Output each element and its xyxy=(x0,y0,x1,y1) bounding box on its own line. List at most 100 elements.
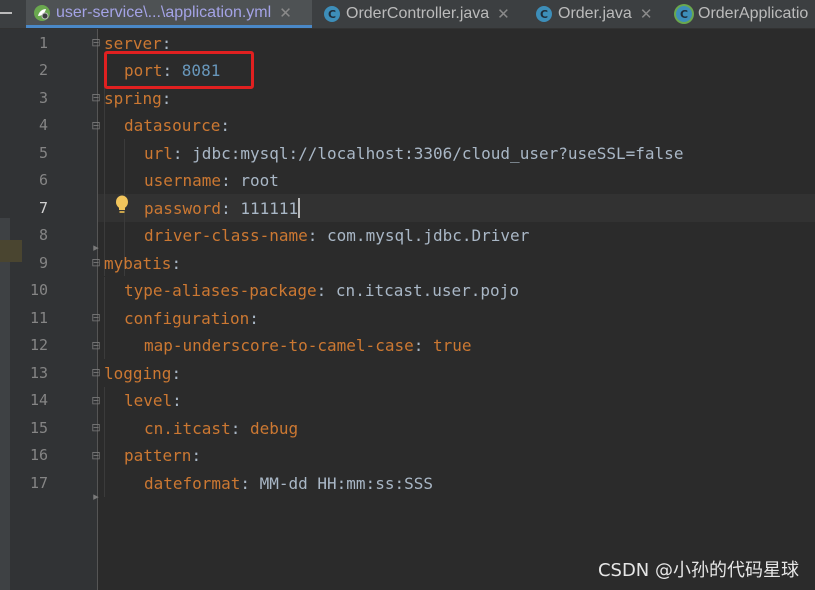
tab-label: user-service\...\application.yml xyxy=(56,3,272,21)
yaml-key: spring xyxy=(104,88,162,108)
line-number[interactable]: 12 xyxy=(14,332,48,360)
code-line[interactable]: dateformat: MM-dd HH:mm:ss:SSS xyxy=(144,470,433,498)
yaml-separator: : xyxy=(249,308,259,328)
yaml-key: dateformat xyxy=(144,473,241,493)
line-number[interactable]: 6 xyxy=(14,167,48,195)
line-number[interactable]: 5 xyxy=(14,140,48,168)
close-icon[interactable]: ✕ xyxy=(497,5,510,23)
yaml-separator: : xyxy=(161,88,172,108)
left-scroll-track xyxy=(0,218,10,590)
yaml-key: cn.itcast xyxy=(144,418,231,438)
tab-order-application[interactable]: C OrderApplicatio xyxy=(674,0,815,28)
line-number[interactable]: 13 xyxy=(14,360,48,388)
code-line[interactable]: driver-class-name: com.mysql.jdbc.Driver xyxy=(144,222,529,250)
line-number[interactable]: 15 xyxy=(14,415,48,443)
yaml-separator: : xyxy=(316,281,336,300)
code-line[interactable]: url: jdbc:mysql://localhost:3306/cloud_u… xyxy=(144,140,683,168)
tab-order-controller[interactable]: C OrderController.java ✕ xyxy=(322,0,528,28)
yaml-value: cn.itcast.user.pojo xyxy=(335,281,519,300)
yaml-value: true xyxy=(432,336,472,355)
fold-end-icon[interactable]: ▸ xyxy=(89,241,103,255)
code-line[interactable]: level: xyxy=(124,387,182,415)
line-number[interactable]: 9 xyxy=(14,250,48,278)
line-number[interactable]: 3 xyxy=(14,85,48,113)
yaml-value: com.mysql.jdbc.Driver xyxy=(327,226,530,245)
fold-open-icon[interactable]: ⊟ xyxy=(89,256,103,270)
yaml-value: 111111 xyxy=(240,198,299,218)
yaml-key: username xyxy=(144,171,222,190)
line-number[interactable]: 17 xyxy=(14,470,48,498)
yaml-key: map-underscore-to-camel-case xyxy=(144,336,414,355)
yaml-separator: : xyxy=(172,391,182,410)
line-number[interactable]: 11 xyxy=(14,305,48,333)
class-icon: C xyxy=(324,6,340,22)
tab-label: OrderController.java xyxy=(346,5,490,22)
editor-tab-bar: user-service\...\application.yml ✕ C Ord… xyxy=(0,0,815,29)
yaml-separator: : xyxy=(191,446,202,465)
spring-class-icon: C xyxy=(676,6,692,22)
code-line[interactable]: map-underscore-to-camel-case: true xyxy=(144,332,472,360)
yaml-separator: : xyxy=(161,33,172,53)
yaml-key: pattern xyxy=(124,446,192,465)
fold-open-icon[interactable]: ⊟ xyxy=(89,91,103,105)
code-line[interactable]: cn.itcast: debug xyxy=(144,415,298,443)
yaml-key: logging xyxy=(104,363,172,383)
code-line[interactable]: username: root xyxy=(144,167,279,195)
indent-guide xyxy=(104,277,105,359)
line-number[interactable]: 8 xyxy=(14,222,48,250)
fold-open-icon[interactable]: ⊟ xyxy=(89,449,103,463)
fold-end-icon[interactable]: ⊟ xyxy=(89,339,103,353)
code-line[interactable]: logging: xyxy=(104,360,181,388)
fold-end-icon[interactable]: ▸ xyxy=(89,490,103,504)
line-number[interactable]: 7 xyxy=(14,195,48,223)
tab-strip-menu-icon[interactable] xyxy=(0,12,12,14)
line-number[interactable]: 1 xyxy=(14,30,48,58)
close-icon[interactable]: ✕ xyxy=(279,4,292,22)
lightbulb-icon[interactable] xyxy=(114,195,130,215)
code-line[interactable]: datasource: xyxy=(124,112,230,140)
fold-end-icon[interactable]: ⊟ xyxy=(89,421,103,435)
tab-label: Order.java xyxy=(558,5,632,22)
fold-open-icon[interactable]: ⊟ xyxy=(89,394,103,408)
yaml-value: debug xyxy=(249,418,299,438)
yaml-key: driver-class-name xyxy=(144,226,308,245)
highlight-box xyxy=(104,51,254,89)
yaml-separator: : xyxy=(413,336,433,355)
fold-open-icon[interactable]: ⊟ xyxy=(89,366,103,380)
code-line[interactable]: password: 111111 xyxy=(144,195,301,223)
spring-config-icon xyxy=(34,4,50,21)
yaml-separator: : xyxy=(220,116,230,135)
code-line[interactable]: pattern: xyxy=(124,442,201,470)
fold-open-icon[interactable]: ⊟ xyxy=(89,311,103,325)
yaml-key: mybatis xyxy=(104,253,172,273)
class-icon: C xyxy=(536,6,552,22)
fold-open-icon[interactable]: ⊟ xyxy=(89,36,103,50)
line-number[interactable]: 10 xyxy=(14,277,48,305)
code-line[interactable]: configuration: xyxy=(124,305,259,333)
tab-order-java[interactable]: C Order.java ✕ xyxy=(534,0,666,28)
close-icon[interactable]: ✕ xyxy=(640,5,653,23)
yaml-separator: : xyxy=(221,171,241,190)
code-editor[interactable]: 1 2 3 4 5 6 7 8 9 10 11 12 13 14 15 16 17 server: port: 8… xyxy=(0,29,815,590)
indent-guide xyxy=(104,387,105,497)
yaml-key: password xyxy=(144,198,222,218)
yaml-value: MM-dd HH:mm:ss:SSS xyxy=(259,473,433,493)
yaml-separator: : xyxy=(171,253,182,273)
yaml-value: jdbc:mysql://localhost:3306/cloud_user?u… xyxy=(192,143,684,163)
yaml-key: level xyxy=(124,391,173,410)
line-number[interactable]: 4 xyxy=(14,112,48,140)
code-line[interactable]: mybatis: xyxy=(104,250,181,278)
line-number[interactable]: 14 xyxy=(14,387,48,415)
line-number[interactable]: 2 xyxy=(14,57,48,85)
text-cursor xyxy=(298,197,301,218)
tab-label: OrderApplicatio xyxy=(698,5,809,22)
yaml-key: configuration xyxy=(124,308,250,328)
code-line[interactable]: type-aliases-package: cn.itcast.user.poj… xyxy=(124,277,519,305)
fold-open-icon[interactable]: ⊟ xyxy=(89,119,103,133)
tab-application-yml[interactable]: user-service\...\application.yml ✕ xyxy=(26,0,312,28)
yaml-separator: : xyxy=(230,418,250,438)
yaml-separator: : xyxy=(240,473,260,493)
line-number[interactable]: 16 xyxy=(14,442,48,470)
yaml-key: server xyxy=(104,33,162,53)
yaml-key: type-aliases-package xyxy=(124,281,317,300)
